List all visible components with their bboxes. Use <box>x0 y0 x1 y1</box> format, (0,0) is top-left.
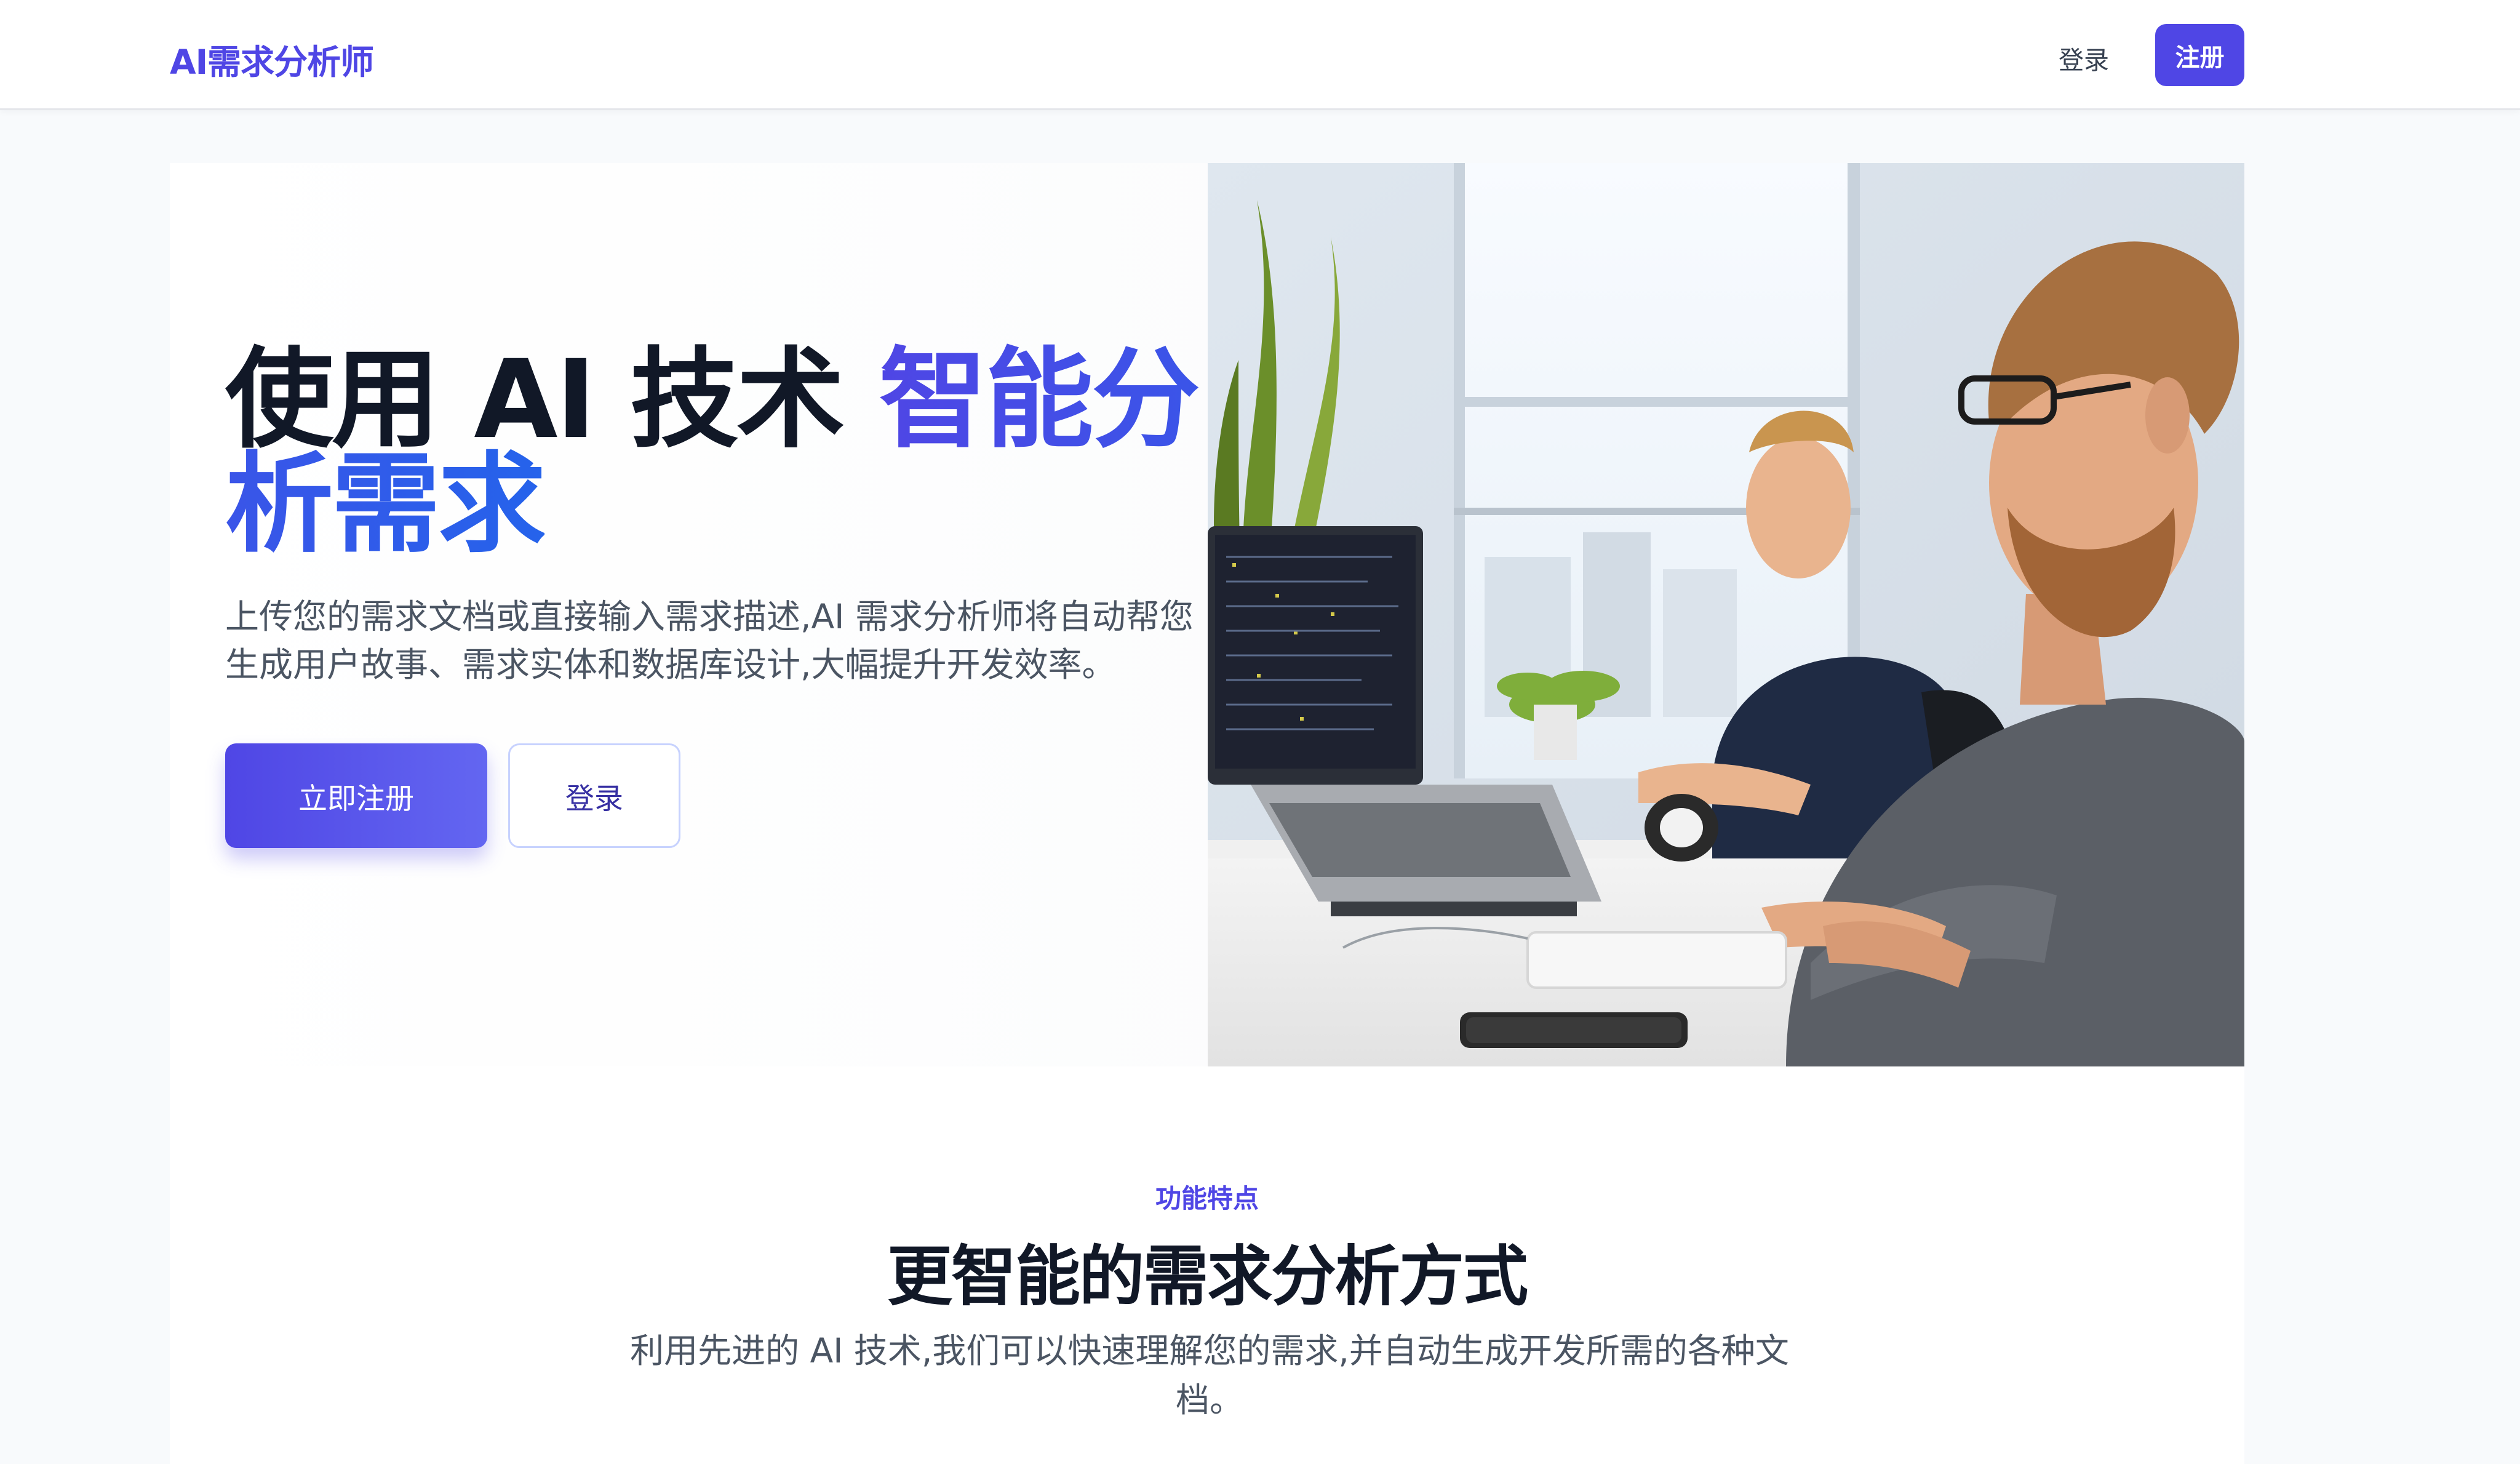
features-title: 更智能的需求分析方式 <box>887 1239 1528 1314</box>
nav-login-link[interactable]: 登录 <box>2059 39 2109 76</box>
brand-logo[interactable]: AI需求分析师 <box>170 34 374 84</box>
hero-title: 使用 AI 技术 智能分析需求 <box>225 346 1222 559</box>
features-eyebrow: 功能特点 <box>1155 1183 1259 1214</box>
features-section: 功能特点 更智能的需求分析方式 利用先进的 AI 技术,我们可以快速理解您的需求… <box>170 1066 2244 1464</box>
hero-description: 上传您的需求文档或直接输入需求描述,AI 需求分析师将自动帮您生成用户故事、需求… <box>225 597 1194 684</box>
hero-actions: 立即注册 登录 <box>225 743 680 848</box>
hero-section: 使用 AI 技术 智能分析需求 上传您的需求文档或直接输入需求描述,AI 需求分… <box>170 163 2244 1066</box>
hero-photo-office-developers <box>1208 163 2244 1066</box>
hero-text-block: 使用 AI 技术 智能分析需求 上传您的需求文档或直接输入需求描述,AI 需求分… <box>225 346 1222 689</box>
features-description: 利用先进的 AI 技术,我们可以快速理解您的需求,并自动生成开发所需的各种文档。 <box>630 1331 1789 1420</box>
nav-register-button[interactable]: 注册 <box>2155 24 2244 86</box>
hero-login-button[interactable]: 登录 <box>508 743 680 848</box>
register-now-button[interactable]: 立即注册 <box>225 743 487 848</box>
top-navbar: AI需求分析师 登录 注册 <box>0 0 2520 110</box>
